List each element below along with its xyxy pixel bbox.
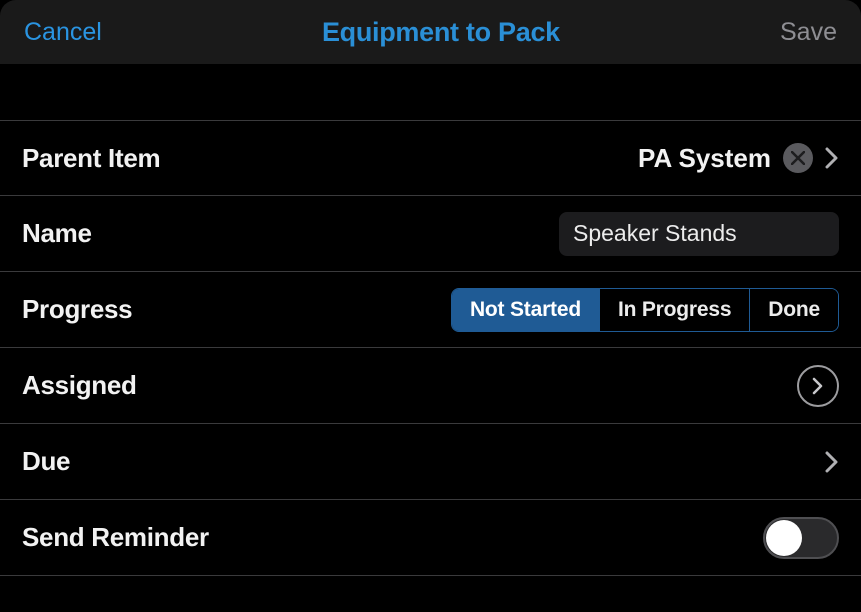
save-button[interactable]: Save xyxy=(780,18,837,47)
progress-option-in-progress[interactable]: In Progress xyxy=(599,289,749,331)
name-row: Name xyxy=(0,196,861,272)
due-row[interactable]: Due xyxy=(0,424,861,500)
send-reminder-toggle[interactable] xyxy=(763,517,839,559)
send-reminder-label: Send Reminder xyxy=(22,522,209,553)
progress-label: Progress xyxy=(22,294,132,325)
name-input[interactable] xyxy=(559,212,839,256)
assigned-label: Assigned xyxy=(22,370,137,401)
chevron-right-icon xyxy=(812,377,824,395)
assigned-detail-button[interactable] xyxy=(797,365,839,407)
toggle-knob xyxy=(766,520,802,556)
assigned-row[interactable]: Assigned xyxy=(0,348,861,424)
name-label: Name xyxy=(22,218,92,249)
page-title: Equipment to Pack xyxy=(322,17,560,48)
progress-option-not-started[interactable]: Not Started xyxy=(452,289,599,331)
chevron-right-icon xyxy=(825,451,839,473)
cancel-button[interactable]: Cancel xyxy=(24,18,102,47)
parent-item-label: Parent Item xyxy=(22,143,160,174)
parent-item-value-group: PA System xyxy=(638,143,839,174)
header-spacer xyxy=(0,64,861,120)
progress-segmented-control: Not Started In Progress Done xyxy=(451,288,839,332)
clear-parent-button[interactable] xyxy=(783,143,813,173)
send-reminder-row: Send Reminder xyxy=(0,500,861,576)
parent-item-value: PA System xyxy=(638,143,771,174)
due-label: Due xyxy=(22,446,70,477)
progress-option-done[interactable]: Done xyxy=(749,289,838,331)
progress-row: Progress Not Started In Progress Done xyxy=(0,272,861,348)
parent-item-row[interactable]: Parent Item PA System xyxy=(0,120,861,196)
header-bar: Cancel Equipment to Pack Save xyxy=(0,0,861,64)
close-x-icon xyxy=(791,151,805,165)
chevron-right-icon xyxy=(825,147,839,169)
